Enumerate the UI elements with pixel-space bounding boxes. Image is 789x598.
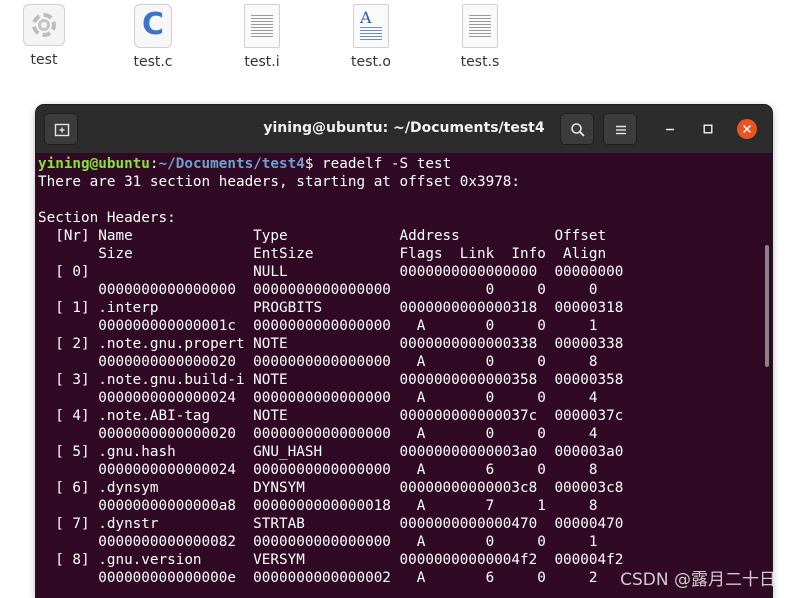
terminal-window: yining@ubuntu: ~/Documents/test4 yining@… [36, 105, 772, 598]
search-button[interactable] [560, 113, 594, 145]
prompt-separator: : [149, 156, 159, 172]
object-file-icon: A [353, 4, 389, 48]
output-line: [ 6] .dynsym DYNSYM 00000000000003c8 000… [38, 480, 624, 496]
terminal-output[interactable]: yining@ubuntu:~/Documents/test4$ readelf… [36, 153, 772, 598]
maximize-icon [703, 124, 713, 134]
terminal-scrollbar[interactable] [765, 245, 769, 367]
desktop-file-test-s[interactable]: test.s [445, 4, 515, 70]
watermark: CSDN @露月二十日 [620, 570, 776, 590]
c-source-icon: C [134, 4, 172, 48]
desktop-files: test C test.c test.i A test.o test.s [0, 0, 789, 90]
output-line: 00000000000000a8 0000000000000018 A 7 1 … [38, 498, 598, 514]
file-label: test.i [244, 54, 280, 70]
close-button[interactable] [737, 119, 757, 139]
terminal-text: yining@ubuntu:~/Documents/test4$ readelf… [36, 153, 772, 587]
terminal-titlebar[interactable]: yining@ubuntu: ~/Documents/test4 [36, 105, 772, 153]
menu-button[interactable] [603, 113, 637, 145]
desktop-file-test-c[interactable]: C test.c [118, 4, 188, 70]
output-line: 0000000000000082 0000000000000000 A 0 0 … [38, 534, 598, 550]
minimize-icon [666, 128, 674, 131]
output-line: [ 8] .gnu.version VERSYM 00000000000004f… [38, 552, 624, 568]
search-icon [571, 123, 585, 137]
output-line: [ 1] .interp PROGBITS 0000000000000318 0… [38, 300, 624, 316]
output-line: 000000000000001c 0000000000000000 A 0 0 … [38, 318, 598, 334]
prompt-command: readelf -S test [313, 156, 452, 172]
output-line: 0000000000000000 0000000000000000 0 0 0 [38, 282, 598, 298]
output-line: 0000000000000024 0000000000000000 A 6 0 … [38, 462, 598, 478]
close-icon [742, 124, 752, 134]
file-label: test.c [133, 54, 173, 70]
output-line: [Nr] Name Type Address Offset [38, 228, 607, 244]
desktop-file-test-i[interactable]: test.i [227, 4, 297, 70]
output-line: 0000000000000024 0000000000000000 A 0 0 … [38, 390, 598, 406]
output-line: 000000000000000e 0000000000000002 A 6 0 … [38, 570, 598, 586]
text-document-icon [244, 4, 280, 48]
prompt-path: ~/Documents/test4 [158, 156, 305, 172]
executable-gear-icon [23, 4, 65, 46]
hamburger-menu-icon [616, 125, 626, 135]
output-line: [ 3] .note.gnu.build-i NOTE 000000000000… [38, 372, 624, 388]
output-line: [ 4] .note.ABI-tag NOTE 000000000000037c… [38, 408, 624, 424]
desktop-file-test-o[interactable]: A test.o [336, 4, 406, 70]
output-line: 0000000000000020 0000000000000000 A 0 0 … [38, 426, 598, 442]
output-line: [ 2] .note.gnu.propert NOTE 000000000000… [38, 336, 624, 352]
file-label: test.s [460, 54, 500, 70]
output-line: 0000000000000020 0000000000000000 A 0 0 … [38, 354, 598, 370]
file-label: test [30, 52, 58, 68]
output-line: [ 0] NULL 0000000000000000 00000000 [38, 264, 624, 280]
output-line: Section Headers: [38, 210, 176, 226]
prompt-user-host: yining@ubuntu [38, 156, 150, 172]
output-line: Size EntSize Flags Link Info Align [38, 246, 607, 262]
file-label: test.o [351, 54, 391, 70]
text-document-icon [462, 4, 498, 48]
maximize-button[interactable] [698, 119, 718, 139]
desktop-file-test[interactable]: test [9, 4, 79, 68]
minimize-button[interactable] [660, 119, 680, 139]
output-line: [ 7] .dynstr STRTAB 0000000000000470 000… [38, 516, 624, 532]
output-line: There are 31 section headers, starting a… [38, 174, 521, 190]
output-line: [ 5] .gnu.hash GNU_HASH 00000000000003a0… [38, 444, 624, 460]
